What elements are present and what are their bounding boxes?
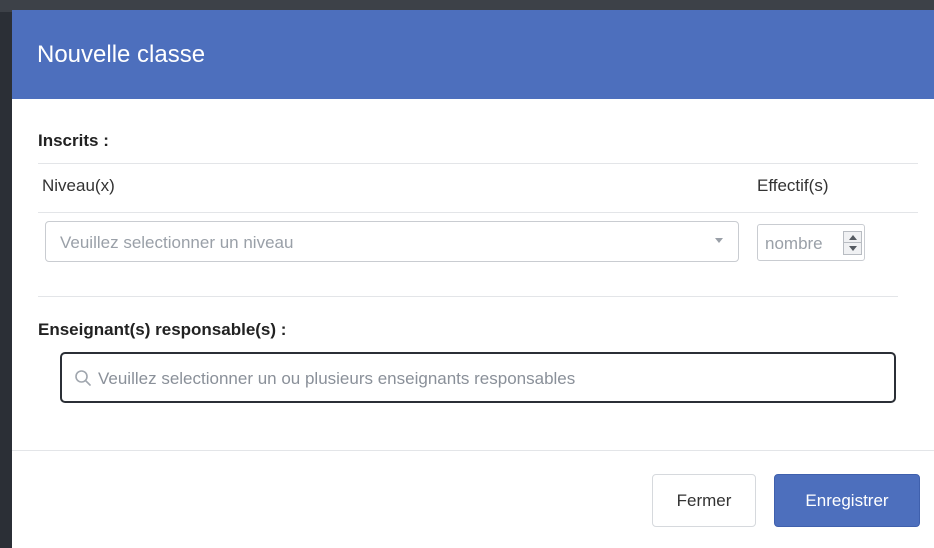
- niveau-column-header: Niveau(x): [42, 176, 115, 195]
- spin-down-icon[interactable]: [844, 243, 861, 254]
- effectif-number-input[interactable]: nombre: [757, 224, 865, 261]
- teachers-label: Enseignant(s) responsable(s) :: [38, 320, 287, 339]
- niveau-select-placeholder: Veuillez selectionner un niveau: [60, 233, 294, 252]
- spin-up-icon[interactable]: [844, 232, 861, 243]
- niveau-select[interactable]: Veuillez selectionner un niveau: [45, 221, 739, 262]
- divider: [38, 212, 918, 213]
- divider: [38, 163, 918, 164]
- teachers-search-placeholder: Veuillez selectionner un ou plusieurs en…: [98, 369, 576, 388]
- number-spinner[interactable]: [843, 231, 862, 255]
- footer-divider: [12, 450, 934, 451]
- effectif-column-header: Effectif(s): [757, 176, 829, 195]
- modal-header: Nouvelle classe: [12, 10, 934, 99]
- search-icon: [75, 370, 91, 386]
- inscrits-label: Inscrits :: [38, 131, 109, 150]
- close-button[interactable]: Fermer: [652, 474, 756, 527]
- divider: [38, 296, 898, 297]
- effectif-placeholder: nombre: [765, 234, 823, 253]
- chevron-down-icon: [715, 238, 723, 243]
- new-class-modal: Nouvelle classe Inscrits : Niveau(x) Eff…: [12, 10, 934, 548]
- save-button[interactable]: Enregistrer: [774, 474, 920, 527]
- modal-title: Nouvelle classe: [37, 41, 206, 68]
- teachers-search-input[interactable]: Veuillez selectionner un ou plusieurs en…: [60, 352, 896, 403]
